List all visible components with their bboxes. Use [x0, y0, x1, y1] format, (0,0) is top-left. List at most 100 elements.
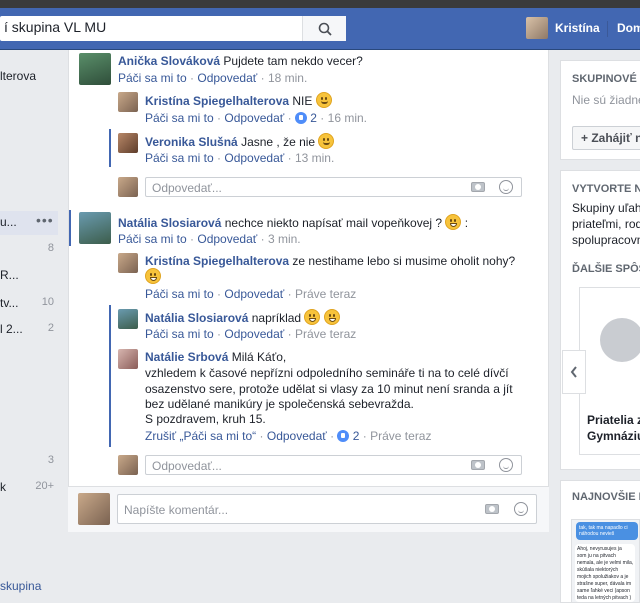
- timestamp[interactable]: 13 min.: [295, 151, 334, 165]
- more-options-icon[interactable]: •••: [36, 212, 54, 228]
- reply-body: NIE: [292, 94, 313, 108]
- comment-author[interactable]: Natália Slosiarová: [118, 216, 221, 230]
- reply-text: Kristína Spiegelhalterova ze nestihame l…: [145, 253, 515, 269]
- timestamp[interactable]: Práve teraz: [295, 287, 356, 301]
- home-link[interactable]: Dom: [617, 21, 640, 35]
- sidebar-item[interactable]: tv...: [0, 296, 18, 310]
- comment-body-tail: :: [464, 216, 469, 230]
- avatar: [78, 493, 110, 525]
- reply-input[interactable]: Odpovedať...: [145, 177, 522, 197]
- like-link[interactable]: Páči sa mi to: [145, 287, 214, 301]
- reply-actions: Páči sa mi to · Odpovedať · 13 min.: [145, 151, 335, 165]
- sidebar-count: 20+: [35, 480, 54, 492]
- smile-emoji-icon: [318, 133, 335, 149]
- reply-link[interactable]: Odpovedať: [224, 111, 284, 125]
- comment-composer: Napíšte komentár...: [68, 486, 549, 532]
- top-navigation-bar: í skupina VL MU Kristína Dom: [0, 8, 640, 50]
- sidebar-group-link[interactable]: skupina: [0, 579, 41, 593]
- timestamp[interactable]: Práve teraz: [370, 429, 431, 443]
- like-reaction-icon: [294, 112, 307, 124]
- sidebar-item[interactable]: k: [0, 480, 6, 494]
- suggestion-title[interactable]: Priatelia z: [587, 412, 640, 428]
- start-chat-button[interactable]: + Zahájiť n: [572, 126, 640, 150]
- avatar[interactable]: [118, 349, 138, 369]
- sidebar-item[interactable]: lterova: [0, 69, 36, 83]
- chat-screenshot-thumbnail[interactable]: tak, tak ma napadlo ci náhodou nevieš Ah…: [571, 519, 640, 603]
- reply-text: Natália Slosiarová napríklad: [145, 309, 340, 326]
- unlike-link[interactable]: Zrušiť „Páči sa mi to“: [145, 429, 256, 443]
- like-link[interactable]: Páči sa mi to: [145, 327, 214, 341]
- timestamp[interactable]: 16 min.: [328, 111, 367, 125]
- reaction-count[interactable]: 2: [310, 111, 317, 125]
- card-header: ĎALŠIE SPÔS: [572, 263, 640, 275]
- sidebar-item[interactable]: u...: [0, 215, 17, 229]
- search-field[interactable]: í skupina VL MU: [0, 16, 346, 41]
- reply-body: Jasne , že nie: [241, 135, 316, 149]
- chevron-left-icon: [570, 366, 577, 378]
- window-top-strip: [0, 0, 640, 8]
- timestamp[interactable]: 18 min.: [268, 71, 307, 85]
- reply-input[interactable]: Odpovedať...: [145, 455, 522, 475]
- card-header: SKUPINOVÉ K: [572, 73, 640, 85]
- comment-author[interactable]: Anička Slováková: [118, 54, 220, 68]
- like-reaction-icon: [337, 430, 350, 442]
- reply-body: Milá Káťo,: [231, 350, 287, 364]
- avatar[interactable]: [118, 309, 138, 329]
- group-avatar: [600, 318, 640, 362]
- search-button[interactable]: [302, 16, 346, 41]
- reply-actions: Páči sa mi to · Odpovedať · Práve teraz: [145, 327, 357, 341]
- avatar[interactable]: [118, 253, 138, 273]
- reply-link[interactable]: Odpovedať: [224, 287, 284, 301]
- like-link[interactable]: Páči sa mi to: [118, 232, 187, 246]
- sidebar-item[interactable]: l 2...: [0, 322, 23, 336]
- reply-author[interactable]: Kristína Spiegelhalterova: [145, 94, 289, 108]
- thread-highlight-bar: [109, 129, 111, 167]
- like-link[interactable]: Páči sa mi to: [145, 151, 214, 165]
- reply-link[interactable]: Odpovedať: [267, 429, 327, 443]
- reply-link[interactable]: Odpovedať: [224, 327, 284, 341]
- card-header: VYTVORTE N: [572, 183, 640, 195]
- suggestion-title[interactable]: Gymnáziu: [587, 428, 640, 444]
- reply-author[interactable]: Veronika Slušná: [145, 135, 238, 149]
- emoji-icon[interactable]: [499, 180, 513, 194]
- avatar: [118, 177, 138, 197]
- reply-author[interactable]: Natália Slosiarová: [145, 311, 248, 325]
- reply-body: napríklad: [251, 311, 302, 325]
- suggestion-card[interactable]: Priatelia z Gymnáziu: [579, 287, 640, 455]
- reply-author[interactable]: Kristína Spiegelhalterova: [145, 254, 289, 268]
- card-empty-text: Nie sú žiadne: [572, 93, 640, 107]
- reply-link[interactable]: Odpovedať: [197, 232, 257, 246]
- reply-body-line: bez udělané manikúry je společenská sebe…: [145, 397, 414, 411]
- avatar[interactable]: [79, 212, 111, 244]
- emoji-icon[interactable]: [514, 502, 528, 516]
- camera-icon[interactable]: [471, 182, 485, 192]
- camera-icon[interactable]: [485, 504, 499, 514]
- like-link[interactable]: Páči sa mi to: [118, 71, 187, 85]
- comment-input[interactable]: Napíšte komentár...: [117, 494, 537, 524]
- profile-link[interactable]: Kristína: [555, 21, 600, 35]
- avatar[interactable]: [118, 92, 138, 112]
- emoji-icon[interactable]: [499, 458, 513, 472]
- avatar[interactable]: [79, 53, 111, 85]
- reaction-count[interactable]: 2: [353, 429, 360, 443]
- reply-actions: Zrušiť „Páči sa mi to“ · Odpovedať · 2 ·…: [145, 429, 432, 443]
- reply-author[interactable]: Natálie Srbová: [145, 350, 228, 364]
- like-link[interactable]: Páči sa mi to: [145, 111, 214, 125]
- timestamp[interactable]: 3 min.: [268, 232, 301, 246]
- profile-avatar[interactable]: [526, 17, 548, 39]
- search-icon: [318, 22, 332, 36]
- search-input[interactable]: í skupina VL MU: [4, 19, 106, 35]
- comment-body: nechce niekto napísať mail vopeňkovej ?: [224, 216, 443, 230]
- reply-link[interactable]: Odpovedať: [197, 71, 257, 85]
- reply-body: ze nestihame lebo si musime oholit nohy?: [292, 254, 516, 268]
- reply-link[interactable]: Odpovedať: [224, 151, 284, 165]
- carousel-prev-button[interactable]: [562, 350, 586, 394]
- reply-body-line: S pozdravem, kruh 15.: [145, 412, 266, 426]
- timestamp[interactable]: Práve teraz: [295, 327, 356, 341]
- camera-icon[interactable]: [471, 460, 485, 470]
- reply-actions: Páči sa mi to · Odpovedať · Práve teraz: [145, 287, 357, 301]
- sidebar-item[interactable]: R...: [0, 268, 19, 282]
- avatar[interactable]: [118, 133, 138, 153]
- grin-emoji-icon: [445, 214, 462, 230]
- reply-placeholder: Odpovedať...: [152, 181, 222, 195]
